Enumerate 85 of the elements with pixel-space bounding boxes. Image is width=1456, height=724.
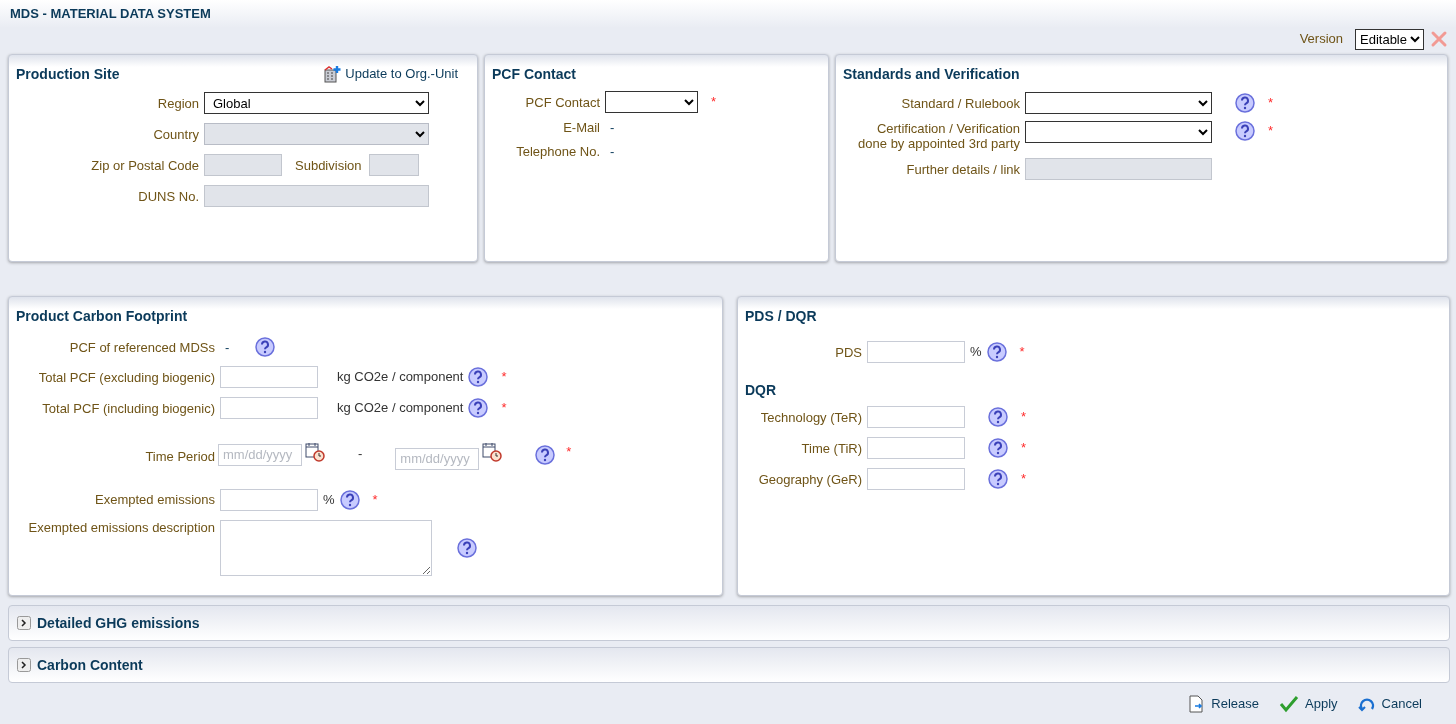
panel-title: Standards and Verification [843, 64, 1020, 84]
field-label: PCF of referenced MDSs [68, 339, 215, 355]
dropdown[interactable]: Global [204, 92, 429, 114]
version-dropdown[interactable]: Editable [1355, 28, 1424, 50]
field-label: Total PCF (including biogenic) [41, 400, 215, 416]
dropdown[interactable] [1025, 121, 1212, 143]
window-title: MDS - MATERIAL DATA SYSTEM [10, 5, 212, 23]
help-icon[interactable] [535, 444, 556, 465]
required-mark: * [566, 443, 572, 461]
required-mark: * [1019, 343, 1025, 362]
unit-label: kg CO2e / component [337, 368, 464, 387]
release-button[interactable]: Release [1187, 694, 1259, 714]
update-org-unit-link[interactable]: Update to Org.-Unit [323, 64, 458, 84]
text-input[interactable] [867, 341, 965, 363]
required-mark: * [501, 368, 507, 387]
subsection-heading: DQR [745, 381, 777, 400]
required-mark: * [1268, 122, 1274, 140]
dropdown[interactable] [605, 91, 698, 113]
help-icon[interactable] [457, 537, 477, 558]
field-label: Further details / link [905, 161, 1020, 177]
field-label: Time (TiR) [800, 440, 862, 456]
field-label: Geography (GeR) [757, 471, 862, 487]
text-input[interactable] [220, 488, 318, 511]
required-mark: * [1021, 408, 1027, 427]
help-icon[interactable] [986, 342, 1007, 362]
apply-button[interactable]: Apply [1279, 694, 1338, 714]
help-icon[interactable] [255, 337, 276, 357]
field-label: DUNS No. [137, 188, 199, 204]
field-label: E-Mail [562, 120, 600, 135]
building-add-icon [323, 65, 342, 83]
help-icon[interactable] [988, 469, 1008, 489]
help-icon[interactable] [988, 407, 1008, 427]
help-icon[interactable] [339, 489, 360, 510]
unit-label: % [323, 490, 335, 509]
help-icon[interactable] [1235, 93, 1255, 113]
field-label: Subdivision [295, 157, 362, 173]
section-header[interactable]: Detailed GHG emissions [8, 605, 1450, 641]
help-icon[interactable] [988, 438, 1008, 458]
field-label: Telephone No. [515, 144, 600, 159]
required-mark: * [1021, 470, 1027, 489]
field-label: PDS [834, 344, 862, 360]
calendar-icon[interactable] [305, 442, 325, 462]
value-text: - [225, 339, 230, 355]
text-input[interactable] [220, 366, 318, 388]
field-label: Total PCF (excluding biogenic) [37, 369, 215, 385]
calendar-icon[interactable] [482, 442, 503, 462]
text-input[interactable] [220, 397, 318, 419]
panel-title: Product Carbon Footprint [16, 306, 188, 326]
document-arrow-icon [1187, 695, 1206, 713]
required-mark: * [372, 490, 378, 509]
text-input[interactable] [867, 406, 965, 428]
value-text: - [610, 120, 615, 135]
checkmark-icon [1279, 695, 1299, 713]
panel-title: PDS / DQR [745, 306, 817, 326]
field-label: PCF Contact [524, 94, 600, 110]
text-input[interactable] [867, 437, 965, 459]
version-label: Version [1299, 30, 1343, 49]
text-input[interactable]: mm/dd/yyyy [218, 443, 302, 466]
field-label: Standard / Rulebook [900, 95, 1020, 111]
field-label: Technology (TeR) [759, 409, 862, 425]
field-label: Zip or Postal Code [90, 157, 199, 173]
panel-title: Production Site [16, 64, 120, 84]
required-mark: * [711, 93, 717, 112]
value-text: - [610, 144, 615, 159]
panel-title: PCF Contact [492, 64, 576, 84]
unit-label: kg CO2e / component [337, 399, 464, 418]
help-icon[interactable] [468, 398, 489, 418]
text-input[interactable] [867, 468, 965, 490]
field-label: Time Period [144, 448, 215, 466]
help-icon[interactable] [1235, 121, 1255, 141]
section-header[interactable]: Carbon Content [8, 647, 1450, 683]
dropdown[interactable] [1025, 92, 1212, 114]
required-mark: * [1021, 439, 1027, 458]
cancel-button[interactable]: Cancel [1357, 694, 1422, 714]
field-label: Country [152, 126, 199, 142]
field-label: Exempted emissions description [27, 519, 215, 535]
field-label: Certification / Verification done by appointed 3rd party [857, 121, 1020, 151]
required-mark: * [1268, 94, 1274, 113]
required-mark: * [501, 399, 507, 418]
field-label: Region [156, 95, 199, 111]
field-label: Exempted emissions [94, 492, 215, 507]
help-icon[interactable] [468, 367, 489, 387]
unit-label: % [970, 343, 982, 362]
text-input[interactable]: mm/dd/yyyy [395, 447, 480, 470]
separator-text: - [358, 445, 363, 463]
